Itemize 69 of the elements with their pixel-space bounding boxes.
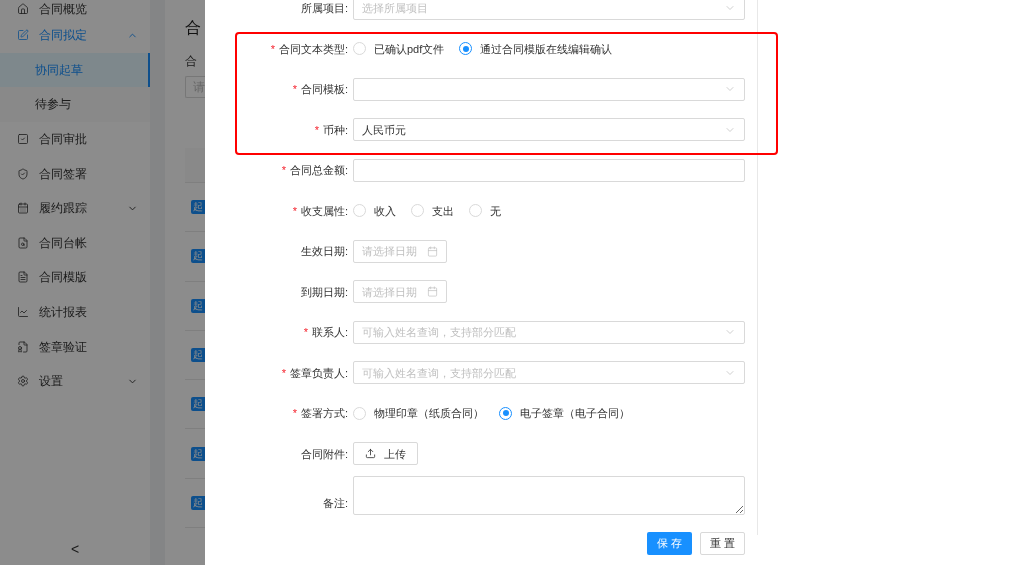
upload-icon	[365, 448, 376, 460]
select-field[interactable]: 人民币元	[353, 118, 745, 142]
status-tag: 起	[191, 249, 205, 264]
radio-label[interactable]: 收入	[374, 202, 396, 219]
calendar-icon	[427, 245, 438, 257]
field-label: 签署方式:	[300, 406, 348, 421]
sidebar-item[interactable]: 履约跟踪	[0, 190, 150, 226]
document-search-icon	[17, 236, 29, 249]
field-label: 签章负责人:	[289, 365, 348, 381]
field-label: 联系人:	[311, 325, 348, 340]
edit-icon	[17, 29, 29, 42]
field-label: 合同附件:	[300, 446, 348, 462]
required-mark: *	[270, 41, 275, 57]
shield-icon	[17, 167, 29, 180]
sidebar-item[interactable]: 签章验证	[0, 329, 150, 364]
sidebar-item[interactable]: 合同台帐	[0, 225, 150, 261]
status-tag: 起	[191, 446, 205, 461]
radio-label[interactable]: 已确认pdf文件	[374, 40, 445, 57]
calendar-icon	[427, 286, 438, 298]
field-label: 备注:	[322, 495, 348, 511]
textarea-field[interactable]	[353, 476, 745, 515]
select-field[interactable]	[353, 77, 745, 101]
status-tag: 起	[191, 348, 205, 363]
home-icon	[17, 3, 29, 15]
calendar-icon	[17, 202, 29, 215]
reset-button[interactable]: 重 置	[700, 532, 745, 555]
radio-button[interactable]	[499, 406, 512, 420]
sidebar-item[interactable]: 合同审批	[0, 121, 150, 157]
save-button[interactable]: 保 存	[647, 532, 692, 555]
filter-label: 合	[185, 53, 198, 70]
field-label: 币种:	[322, 122, 348, 138]
checkbox-icon	[17, 133, 29, 146]
document-icon	[17, 271, 29, 284]
required-mark: *	[314, 122, 319, 138]
field-label: 到期日期:	[300, 284, 348, 300]
sidebar-item[interactable]: 统计报表	[0, 294, 150, 330]
required-mark: *	[281, 365, 286, 381]
radio-label[interactable]: 无	[490, 202, 501, 219]
radio-label[interactable]: 通过合同模版在线编辑确认	[480, 40, 613, 57]
status-tag: 起	[191, 495, 205, 510]
required-mark: *	[303, 325, 308, 340]
required-mark: *	[281, 163, 286, 178]
certificate-icon	[17, 340, 29, 353]
sidebar-item[interactable]: 设置	[0, 363, 150, 399]
line-chart-icon	[17, 306, 29, 319]
radio-label[interactable]: 电子签章（电子合同）	[520, 405, 630, 422]
status-tag: 起	[191, 397, 205, 412]
field-label: 所属项目:	[300, 1, 348, 16]
required-mark: *	[292, 203, 297, 219]
radio-button[interactable]	[459, 42, 473, 56]
required-mark: *	[292, 406, 297, 421]
page-title: 合	[185, 18, 202, 38]
upload-button[interactable]: 上传	[353, 442, 418, 466]
field-label: 合同总金额:	[289, 163, 348, 178]
radio-label[interactable]: 支出	[432, 202, 454, 219]
status-tag: 起	[191, 298, 205, 313]
field-label: 合同文本类型:	[278, 41, 348, 57]
field-label: 生效日期:	[300, 244, 348, 259]
sidebar-item[interactable]: 合同签署	[0, 156, 150, 191]
settings-icon	[17, 375, 29, 388]
input-field[interactable]	[353, 158, 745, 182]
sidebar-item[interactable]: 合同概览	[0, 0, 150, 18]
status-tag: 起	[191, 200, 205, 215]
sidebar-item[interactable]: 合同模版	[0, 260, 150, 295]
radio-label[interactable]: 物理印章（纸质合同）	[374, 405, 484, 422]
required-mark: *	[292, 82, 297, 97]
collapse-button[interactable]: <	[62, 534, 88, 564]
field-label: 收支属性:	[300, 203, 348, 219]
field-label: 合同模板:	[300, 82, 348, 97]
